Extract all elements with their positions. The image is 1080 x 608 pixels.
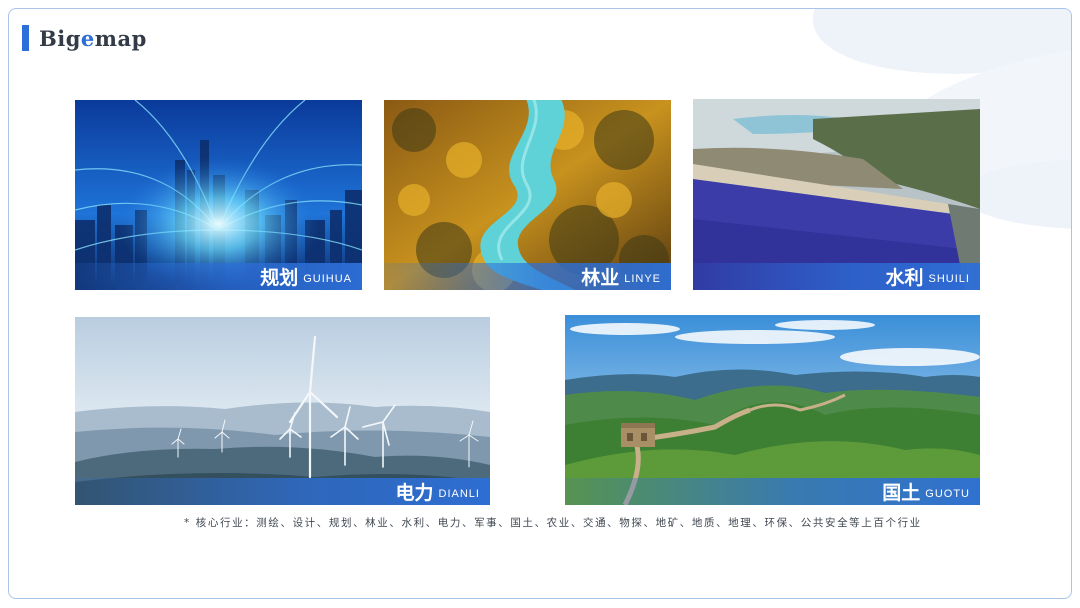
- card-title-en: SHUILI: [928, 272, 970, 285]
- industries-footnote: * 核心行业：测绘、设计、规划、林业、水利、电力、军事、国土、农业、交通、物探、…: [184, 517, 922, 529]
- forest-river-image: [384, 100, 671, 290]
- card-title-en: GUOTU: [925, 487, 970, 500]
- card-title-cn: 水利: [885, 267, 924, 289]
- card-title-en: LINYE: [624, 272, 661, 285]
- card-title-cn: 规划: [260, 267, 299, 289]
- slide-frame: [8, 8, 1072, 599]
- card-title-en: DIANLI: [438, 487, 480, 500]
- smart-city-image: [75, 100, 362, 290]
- brand-logo: Bigemap: [22, 24, 147, 52]
- industry-card-land-resources[interactable]: 国土 GUOTU: [565, 315, 980, 505]
- brand-accent-bar: [22, 25, 29, 51]
- card-title-cn: 国土: [882, 482, 921, 504]
- card-title-cn: 林业: [581, 267, 620, 289]
- wind-turbines-image: [75, 317, 490, 505]
- card-caption: 电力 DIANLI: [75, 478, 490, 505]
- card-caption: 林业 LINYE: [384, 263, 671, 290]
- industry-card-water-conservancy[interactable]: 水利 SHUILI: [693, 99, 980, 290]
- card-title-cn: 电力: [395, 482, 434, 504]
- card-caption: 水利 SHUILI: [693, 263, 980, 290]
- reservoir-dam-image: [693, 99, 980, 290]
- industry-card-forestry[interactable]: 林业 LINYE: [384, 100, 671, 290]
- brand-name: Bigemap: [39, 25, 147, 51]
- industry-card-planning[interactable]: 规划 GUIHUA: [75, 100, 362, 290]
- card-title-en: GUIHUA: [303, 272, 352, 285]
- card-caption: 规划 GUIHUA: [75, 263, 362, 290]
- industry-card-electric-power[interactable]: 电力 DIANLI: [75, 317, 490, 505]
- great-wall-image: [565, 315, 980, 505]
- card-caption: 国土 GUOTU: [565, 478, 980, 505]
